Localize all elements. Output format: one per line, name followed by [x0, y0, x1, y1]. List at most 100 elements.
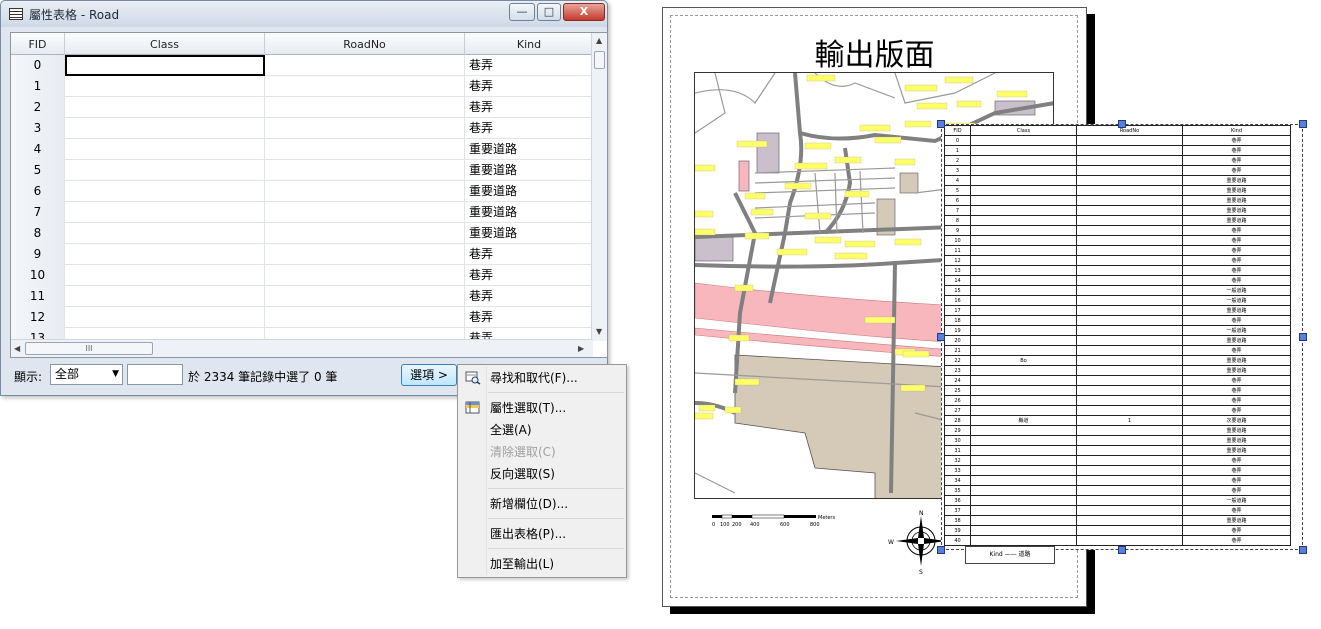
table-row[interactable]: 6 重要道路	[11, 181, 593, 202]
table-row[interactable]: 11 巷弄	[11, 286, 593, 307]
resize-handle[interactable]	[1118, 546, 1126, 554]
vertical-scroll-thumb[interactable]	[594, 51, 605, 69]
resize-handle[interactable]	[1299, 120, 1307, 128]
cell-class[interactable]	[65, 97, 265, 118]
cell-roadno[interactable]	[265, 139, 465, 160]
cell-roadno[interactable]	[265, 265, 465, 286]
resize-handle[interactable]	[1118, 120, 1126, 128]
cell-fid[interactable]: 9	[11, 244, 65, 265]
cell-kind[interactable]: 巷弄	[465, 307, 593, 328]
cell-kind[interactable]: 重要道路	[465, 160, 593, 181]
column-header-roadno[interactable]: RoadNo	[265, 33, 465, 55]
scale-bar[interactable]: 0 100 200 400 600 800 Meters	[710, 513, 840, 529]
menu-item-clear-selection[interactable]: 清除選取(C)	[460, 441, 626, 463]
cell-class[interactable]	[65, 286, 265, 307]
cell-class[interactable]	[65, 160, 265, 181]
cell-roadno[interactable]	[265, 181, 465, 202]
resize-handle[interactable]	[937, 120, 945, 128]
resize-handle[interactable]	[1299, 546, 1307, 554]
scroll-down-icon[interactable]: ▼	[596, 327, 602, 336]
maximize-button[interactable]: □	[537, 3, 561, 21]
cell-roadno[interactable]	[265, 55, 465, 76]
column-header-fid[interactable]: FID	[11, 33, 65, 55]
table-row[interactable]: 3 巷弄	[11, 118, 593, 139]
cell-fid[interactable]: 8	[11, 223, 65, 244]
cell-class[interactable]	[65, 202, 265, 223]
table-row[interactable]: 7 重要道路	[11, 202, 593, 223]
vertical-scrollbar[interactable]: ▲ ▼	[591, 33, 607, 341]
cell-kind[interactable]: 巷弄	[465, 265, 593, 286]
cell-fid[interactable]: 7	[11, 202, 65, 223]
table-row[interactable]: 2 巷弄	[11, 97, 593, 118]
cell-kind[interactable]: 巷弄	[465, 76, 593, 97]
cell-fid[interactable]: 0	[11, 55, 65, 76]
cell-class[interactable]	[65, 265, 265, 286]
cell-class[interactable]	[65, 139, 265, 160]
layout-table-frame[interactable]: FID Class RoadNo Kind 0 巷弄 1 巷弄 2 巷弄 3 巷弄 4 重要道路 5 重要道路…	[941, 124, 1303, 550]
table-row[interactable]: 1 巷弄	[11, 76, 593, 97]
cell-class[interactable]	[65, 223, 265, 244]
menu-item-find-replace[interactable]: 尋找和取代(F)...	[460, 367, 626, 389]
cell-roadno[interactable]	[265, 307, 465, 328]
close-button[interactable]: X	[563, 3, 605, 21]
table-row[interactable]: 12 巷弄	[11, 307, 593, 328]
record-number-input[interactable]	[127, 364, 183, 385]
legend[interactable]: Kind —— 道路	[965, 546, 1055, 564]
title-bar[interactable]: 屬性表格 - Road — □ X	[1, 1, 607, 27]
cell-class[interactable]	[65, 55, 265, 76]
cell-class[interactable]	[65, 181, 265, 202]
cell-class[interactable]	[65, 244, 265, 265]
cell-fid[interactable]: 12	[11, 307, 65, 328]
layout-title[interactable]: 輸出版面	[662, 30, 1087, 74]
table-row[interactable]: 8 重要道路	[11, 223, 593, 244]
cell-fid[interactable]: 3	[11, 118, 65, 139]
column-header-kind[interactable]: Kind	[465, 33, 593, 55]
table-row[interactable]: 10 巷弄	[11, 265, 593, 286]
cell-fid[interactable]: 5	[11, 160, 65, 181]
cell-fid[interactable]: 11	[11, 286, 65, 307]
cell-class[interactable]	[65, 118, 265, 139]
scroll-up-icon[interactable]: ▲	[596, 36, 602, 45]
cell-kind[interactable]: 重要道路	[465, 181, 593, 202]
menu-item-export[interactable]: 匯出表格(P)...	[460, 523, 626, 545]
cell-kind[interactable]: 巷弄	[465, 97, 593, 118]
cell-roadno[interactable]	[265, 244, 465, 265]
cell-kind[interactable]: 重要道路	[465, 139, 593, 160]
cell-kind[interactable]: 巷弄	[465, 244, 593, 265]
scroll-right-icon[interactable]: ▶	[578, 344, 584, 353]
table-row[interactable]: 0 巷弄	[11, 55, 593, 76]
cell-kind[interactable]: 巷弄	[465, 55, 593, 76]
resize-handle[interactable]	[1299, 333, 1307, 341]
cell-roadno[interactable]	[265, 160, 465, 181]
minimize-button[interactable]: —	[509, 3, 535, 21]
horizontal-scrollbar[interactable]: ◀ III ▶	[11, 339, 593, 357]
cell-fid[interactable]: 6	[11, 181, 65, 202]
cell-roadno[interactable]	[265, 97, 465, 118]
column-header-class[interactable]: Class	[65, 33, 265, 55]
horizontal-scroll-thumb[interactable]: III	[25, 342, 153, 355]
table-row[interactable]: 4 重要道路	[11, 139, 593, 160]
cell-roadno[interactable]	[265, 223, 465, 244]
show-dropdown[interactable]: 全部 ▼	[50, 364, 123, 385]
menu-item-select-by-attributes[interactable]: 屬性選取(T)...	[460, 397, 626, 419]
cell-kind[interactable]: 重要道路	[465, 202, 593, 223]
resize-handle[interactable]	[937, 333, 945, 341]
table-row[interactable]: 5 重要道路	[11, 160, 593, 181]
cell-kind[interactable]: 重要道路	[465, 223, 593, 244]
cell-fid[interactable]: 10	[11, 265, 65, 286]
cell-fid[interactable]: 4	[11, 139, 65, 160]
cell-roadno[interactable]	[265, 202, 465, 223]
table-row[interactable]: 9 巷弄	[11, 244, 593, 265]
cell-kind[interactable]: 巷弄	[465, 118, 593, 139]
cell-kind[interactable]: 巷弄	[465, 286, 593, 307]
cell-roadno[interactable]	[265, 286, 465, 307]
cell-fid[interactable]: 2	[11, 97, 65, 118]
resize-handle[interactable]	[937, 546, 945, 554]
menu-item-switch-selection[interactable]: 反向選取(S)	[460, 463, 626, 485]
menu-item-add-to-layout[interactable]: 加至輸出(L)	[460, 553, 626, 575]
cell-fid[interactable]: 1	[11, 76, 65, 97]
scroll-left-icon[interactable]: ◀	[14, 344, 20, 353]
menu-item-add-field[interactable]: 新增欄位(D)...	[460, 493, 626, 515]
menu-item-select-all[interactable]: 全選(A)	[460, 419, 626, 441]
cell-class[interactable]	[65, 76, 265, 97]
